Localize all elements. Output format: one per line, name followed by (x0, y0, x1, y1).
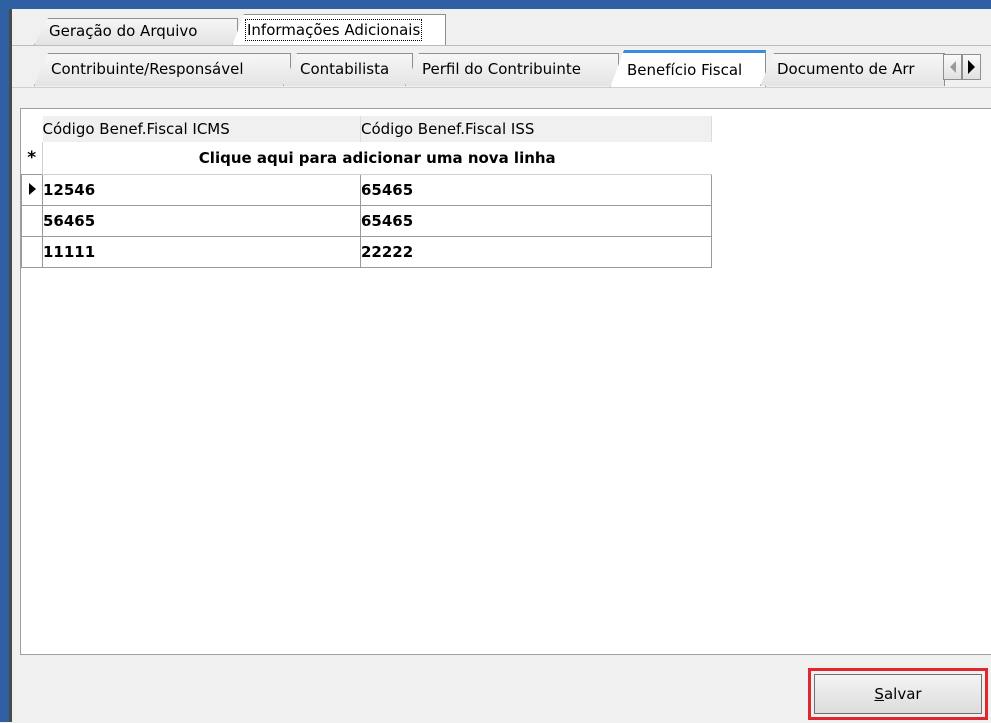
new-row[interactable]: * Clique aqui para adicionar uma nova li… (21, 142, 712, 175)
tab-perfil-do-contribuinte[interactable]: Perfil do Contribuinte (405, 53, 619, 86)
new-row-prompt[interactable]: Clique aqui para adicionar uma nova linh… (42, 142, 712, 175)
tab-contabilista[interactable]: Contabilista (283, 53, 413, 86)
table-row[interactable]: 12546 65465 (21, 173, 712, 206)
triangle-right-icon (968, 60, 975, 74)
cell-iss[interactable]: 65465 (360, 173, 712, 206)
row-selector[interactable] (21, 173, 43, 206)
save-label-rest: alvar (883, 685, 922, 703)
cell-icms[interactable]: 11111 (42, 235, 361, 268)
tab-scroll-left-button[interactable] (943, 54, 962, 80)
save-mnemonic: S (874, 685, 884, 703)
tab-strip-secondary: Contribuinte/Responsável Contabilista Pe… (12, 45, 991, 88)
grid-header-selector (21, 116, 43, 142)
tab-label: Contabilista (300, 60, 390, 78)
row-selector[interactable] (21, 204, 43, 237)
tab-label: Perfil do Contribuinte (422, 60, 581, 78)
tab-label: Documento de Arr (777, 60, 915, 78)
grid-header-row: Código Benef.Fiscal ICMS Código Benef.Fi… (21, 116, 712, 142)
window-frame-top (0, 0, 991, 9)
tab-label: Geração do Arquivo (49, 22, 198, 40)
window-frame-left (0, 0, 9, 722)
table-row[interactable]: 56465 65465 (21, 204, 712, 237)
tab-beneficio-fiscal[interactable]: Benefício Fiscal (610, 50, 766, 88)
save-highlight-box: Salvar (808, 668, 988, 720)
tab-informacoes-adicionais[interactable]: Informações Adicionais (232, 14, 446, 46)
cell-icms[interactable]: 56465 (42, 204, 361, 237)
tab-geracao-do-arquivo[interactable]: Geração do Arquivo (34, 18, 238, 45)
tab-documento-de-arrecadacao[interactable]: Documento de Arr (760, 53, 945, 86)
tab-label: Contribuinte/Responsável (51, 60, 244, 78)
tab-scroll-right-button[interactable] (962, 54, 981, 80)
current-row-pointer-icon (28, 182, 36, 195)
beneficio-grid[interactable]: Código Benef.Fiscal ICMS Código Benef.Fi… (20, 108, 991, 655)
cell-icms[interactable]: 12546 (42, 173, 361, 206)
cell-iss[interactable]: 22222 (360, 235, 712, 268)
tab-label: Informações Adicionais (244, 19, 423, 41)
new-row-indicator: * (21, 142, 43, 174)
save-button[interactable]: Salvar (814, 674, 982, 714)
tab-scroll-buttons (943, 54, 981, 82)
beneficio-fiscal-panel: Código Benef.Fiscal ICMS Código Benef.Fi… (12, 87, 991, 723)
triangle-left-icon (949, 61, 956, 73)
table-row[interactable]: 11111 22222 (21, 235, 712, 268)
column-header-icms[interactable]: Código Benef.Fiscal ICMS (42, 116, 361, 142)
cell-iss[interactable]: 65465 (360, 204, 712, 237)
beneficio-table: Código Benef.Fiscal ICMS Código Benef.Fi… (21, 116, 712, 268)
tab-label: Benefício Fiscal (627, 61, 743, 79)
column-header-iss[interactable]: Código Benef.Fiscal ISS (360, 116, 712, 142)
tab-contribuinte-responsavel[interactable]: Contribuinte/Responsável (34, 53, 291, 86)
tab-strip-primary: Geração do Arquivo Informações Adicionai… (12, 9, 991, 46)
row-selector[interactable] (21, 235, 43, 268)
